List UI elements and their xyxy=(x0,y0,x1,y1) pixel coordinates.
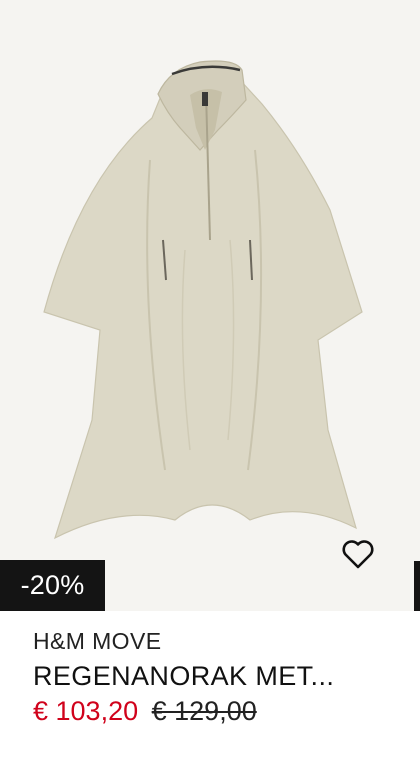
product-image[interactable] xyxy=(0,0,420,611)
next-item-edge xyxy=(414,561,420,611)
original-price: € 129,00 xyxy=(151,696,257,726)
discount-badge: -20% xyxy=(0,560,105,611)
price-row: € 103,20 € 129,00 xyxy=(33,694,400,728)
product-card[interactable]: -20% H&M MOVE REGENANORAK MET... € 103,2… xyxy=(0,0,420,761)
heart-outline-icon xyxy=(342,540,374,569)
product-info[interactable]: H&M MOVE REGENANORAK MET... € 103,20 € 1… xyxy=(33,624,400,728)
favorite-button[interactable] xyxy=(338,534,378,574)
product-image-area[interactable] xyxy=(0,0,420,611)
sale-price: € 103,20 xyxy=(33,696,139,726)
product-brand: H&M MOVE xyxy=(33,628,162,654)
product-title[interactable]: REGENANORAK MET... xyxy=(33,658,400,694)
